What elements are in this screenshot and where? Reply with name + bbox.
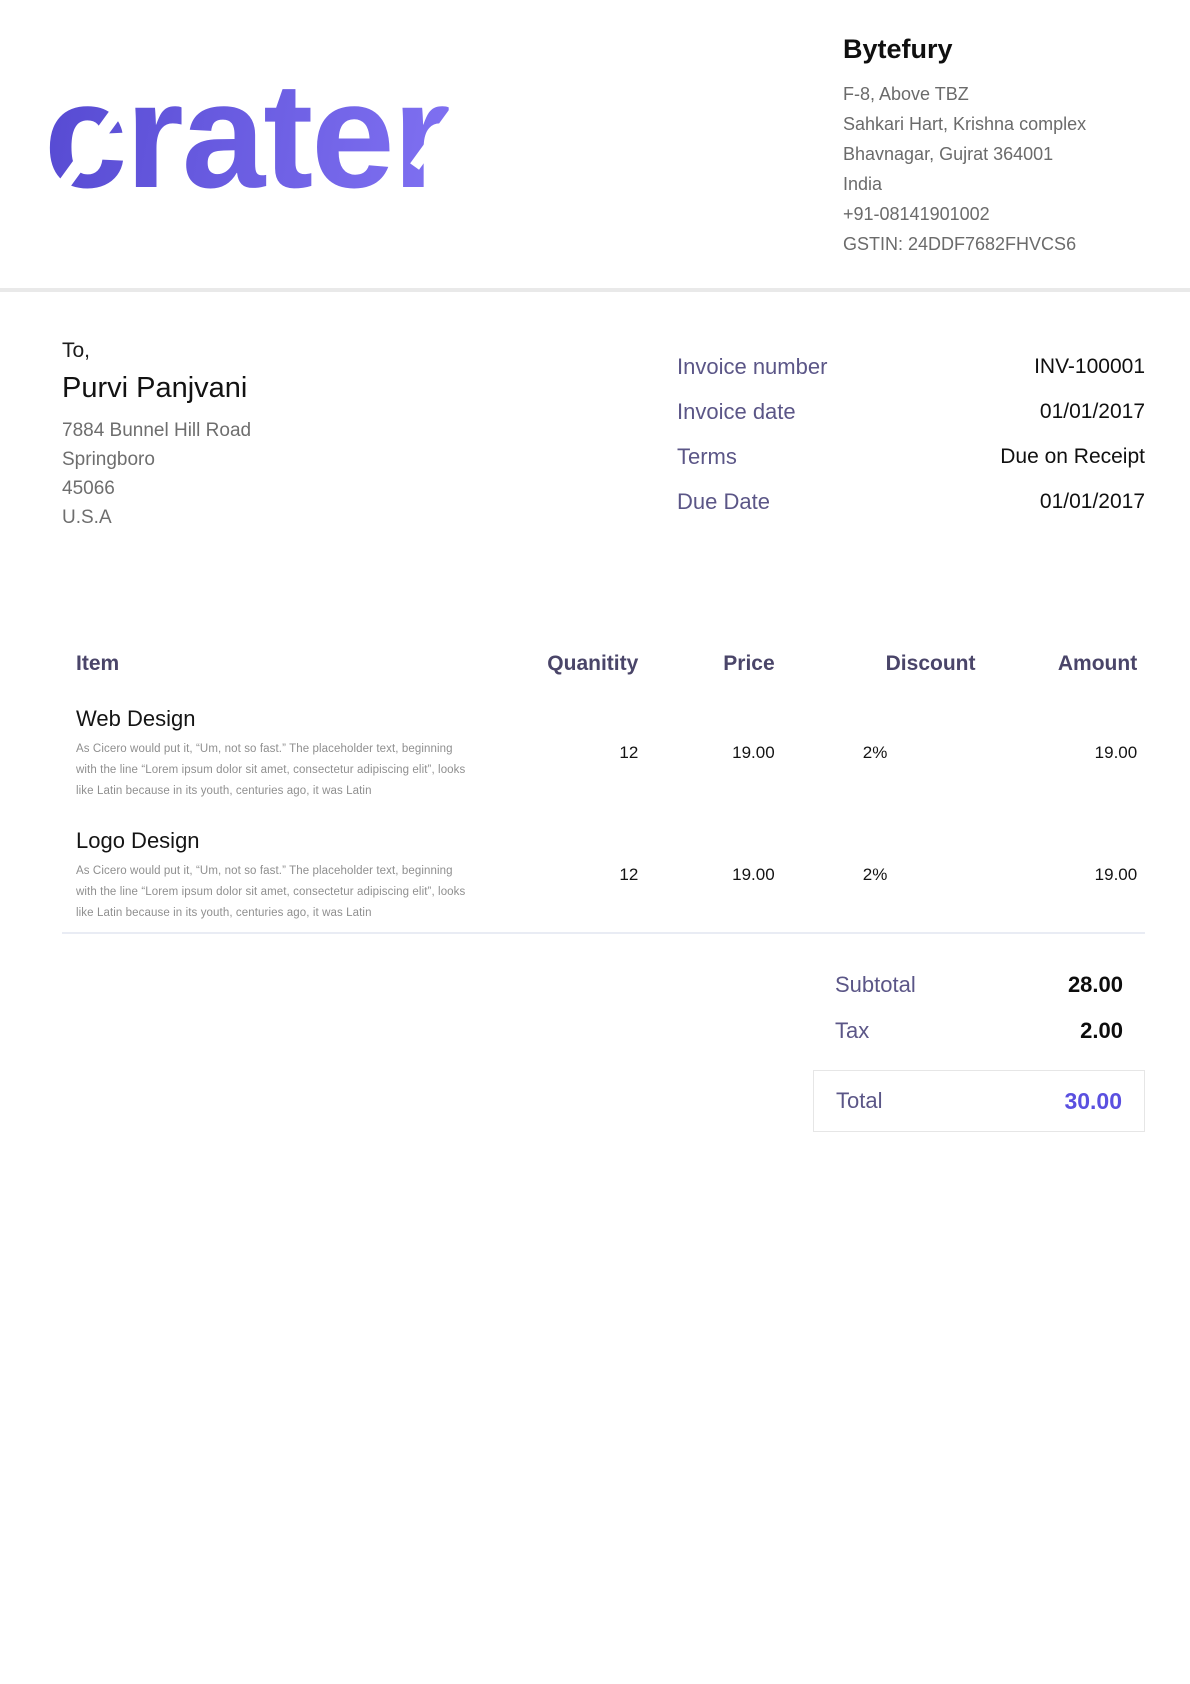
header-quantity: Quanitity: [520, 652, 638, 676]
invoice-date-value: 01/01/2017: [1040, 400, 1145, 424]
item-quantity: 12: [520, 865, 638, 885]
customer-name: Purvi Panjvani: [62, 372, 251, 405]
company-name: Bytefury: [843, 34, 1086, 65]
invoice-body: To, Purvi Panjvani 7884 Bunnel Hill Road…: [0, 339, 1190, 1132]
bill-to-label: To,: [62, 339, 251, 363]
totals-block: Subtotal 28.00 Tax 2.00 Total 30.00: [813, 962, 1145, 1132]
tax-value: 2.00: [1080, 1018, 1123, 1044]
item-price: 19.00: [638, 743, 774, 763]
invoice-meta: Invoice number INV-100001 Invoice date 0…: [677, 344, 1145, 532]
bill-to-block: To, Purvi Panjvani 7884 Bunnel Hill Road…: [62, 339, 251, 532]
customer-address: 7884 Bunnel Hill RoadSpringboro45066U.S.…: [62, 416, 251, 532]
subtotal-value: 28.00: [1068, 972, 1123, 998]
header-item: Item: [76, 652, 520, 676]
invoice-number-label: Invoice number: [677, 354, 827, 380]
subtotal-label: Subtotal: [835, 972, 916, 998]
item-description: As Cicero would put it, “Um, not so fast…: [76, 739, 520, 802]
item-amount: 19.00: [975, 865, 1137, 885]
terms-value: Due on Receipt: [1000, 445, 1145, 469]
invoice-date-row: Invoice date 01/01/2017: [677, 389, 1145, 434]
terms-row: Terms Due on Receipt: [677, 434, 1145, 479]
item-amount: 19.00: [975, 743, 1137, 763]
header-amount: Amount: [975, 652, 1137, 676]
total-label: Total: [836, 1088, 882, 1114]
bill-section: To, Purvi Panjvani 7884 Bunnel Hill Road…: [62, 339, 1145, 532]
item-quantity: 12: [520, 743, 638, 763]
item-discount: 2%: [775, 743, 976, 763]
tax-row: Tax 2.00: [813, 1008, 1145, 1054]
tax-label: Tax: [835, 1018, 869, 1044]
item-cell: Web Design As Cicero would put it, “Um, …: [76, 704, 520, 802]
table-row: Logo Design As Cicero would put it, “Um,…: [62, 826, 1145, 924]
total-box: Total 30.00: [813, 1070, 1145, 1132]
due-date-label: Due Date: [677, 489, 770, 515]
due-date-row: Due Date 01/01/2017: [677, 479, 1145, 524]
item-description: As Cicero would put it, “Um, not so fast…: [76, 861, 520, 924]
items-table: Item Quanitity Price Discount Amount Web…: [62, 652, 1145, 934]
items-table-header: Item Quanitity Price Discount Amount: [62, 652, 1145, 680]
terms-label: Terms: [677, 444, 737, 470]
table-bottom-divider: [62, 932, 1145, 934]
invoice-number-value: INV-100001: [1034, 355, 1145, 379]
header-discount: Discount: [775, 652, 976, 676]
invoice-date-label: Invoice date: [677, 399, 796, 425]
due-date-value: 01/01/2017: [1040, 490, 1145, 514]
item-name: Logo Design: [76, 826, 520, 856]
table-row: Web Design As Cicero would put it, “Um, …: [62, 704, 1145, 802]
total-value: 30.00: [1064, 1088, 1122, 1115]
company-block: Bytefury F-8, Above TBZSahkari Hart, Kri…: [843, 34, 1086, 259]
company-address: F-8, Above TBZSahkari Hart, Krishna comp…: [843, 79, 1086, 259]
subtotal-row: Subtotal 28.00: [813, 962, 1145, 1008]
item-name: Web Design: [76, 704, 520, 734]
item-price: 19.00: [638, 865, 774, 885]
invoice-number-row: Invoice number INV-100001: [677, 344, 1145, 389]
header-price: Price: [638, 652, 774, 676]
item-cell: Logo Design As Cicero would put it, “Um,…: [76, 826, 520, 924]
invoice-header: crater Bytefury F-8, Above TBZSahkari Ha…: [0, 0, 1190, 292]
item-discount: 2%: [775, 865, 976, 885]
